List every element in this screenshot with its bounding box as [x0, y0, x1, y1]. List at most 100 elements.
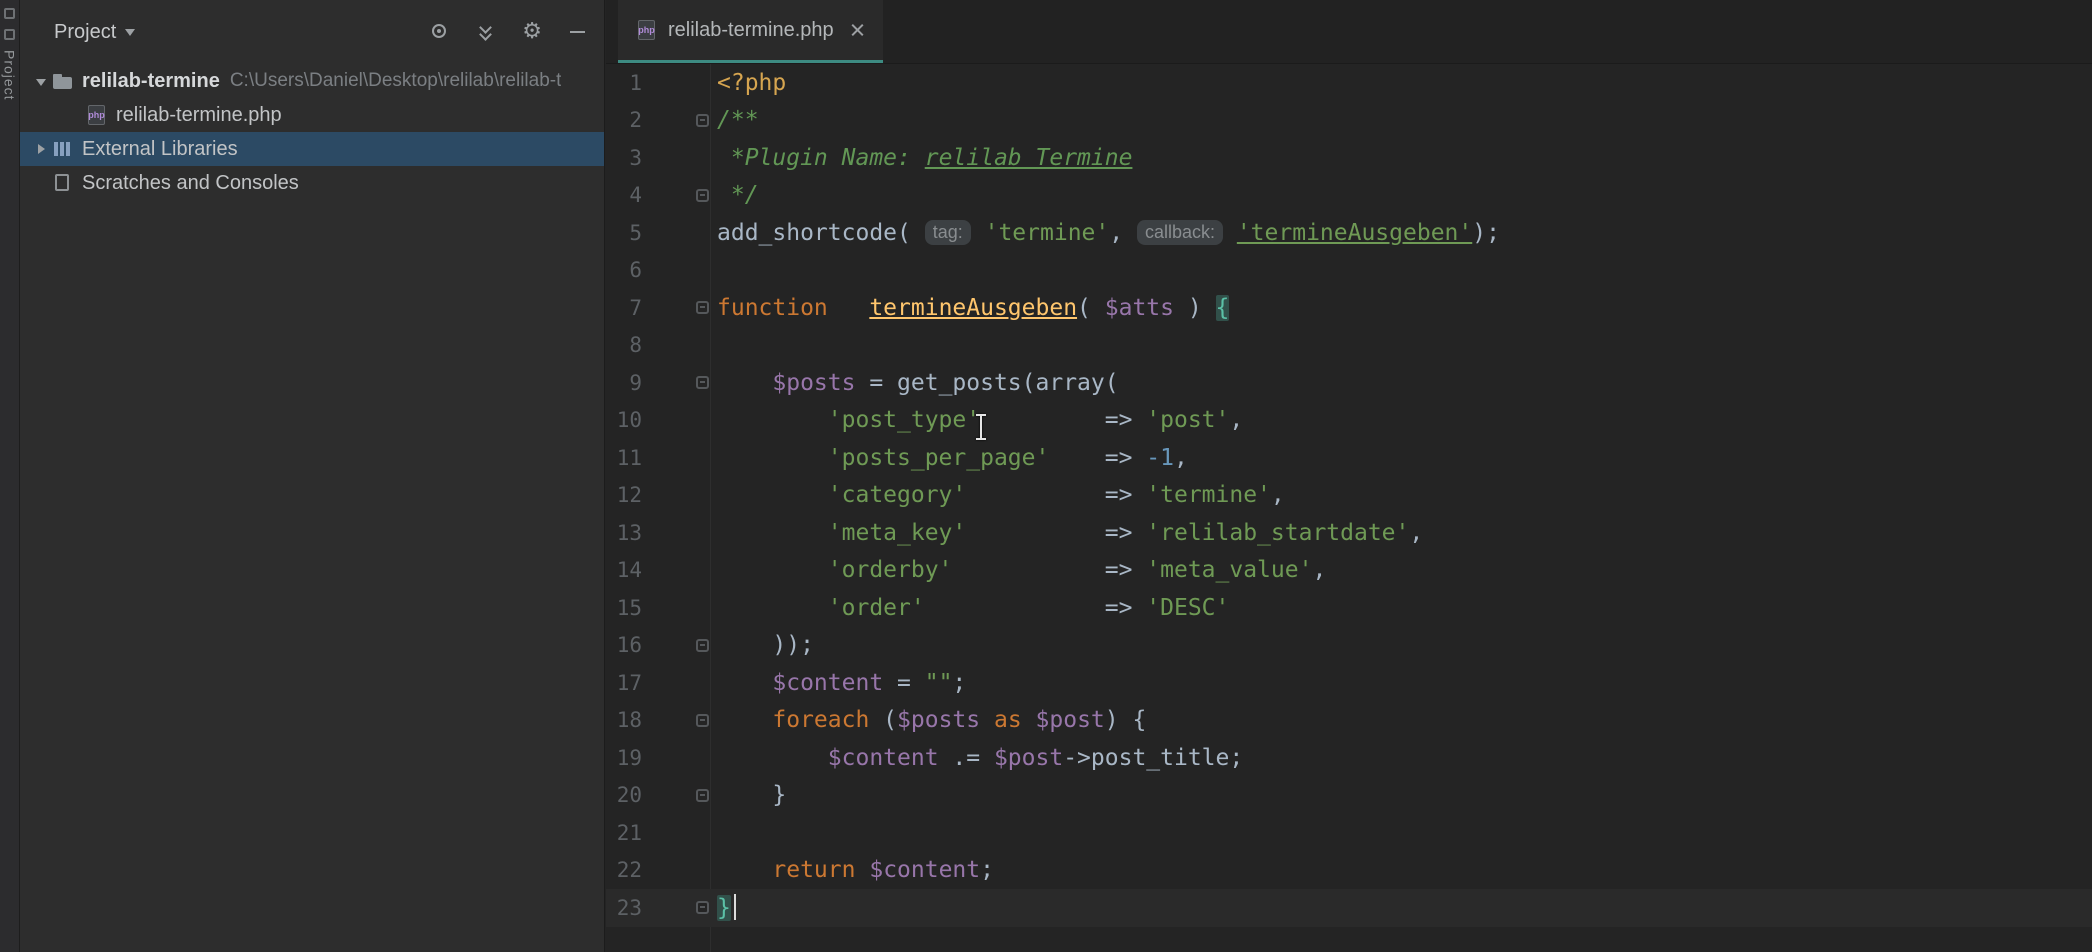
scratch-icon: [52, 172, 74, 194]
code-line-6[interactable]: 6: [606, 252, 2092, 290]
line-number[interactable]: 1: [606, 71, 650, 95]
code-token: =>: [980, 407, 1146, 433]
line-number[interactable]: 23: [606, 896, 650, 920]
code-token: [717, 595, 828, 621]
code-line-14[interactable]: 14 'orderby' => 'meta_value',: [606, 552, 2092, 590]
fold-marker-icon[interactable]: [696, 189, 709, 202]
locate-icon[interactable]: [430, 22, 450, 42]
code-line-16[interactable]: 16 ));: [606, 627, 2092, 665]
line-number[interactable]: 11: [606, 446, 650, 470]
code-line-2[interactable]: 2/**: [606, 102, 2092, 140]
code-line-20[interactable]: 20 }: [606, 777, 2092, 815]
chevron-right-icon[interactable]: [30, 144, 52, 154]
code-text: */: [713, 182, 759, 208]
code-text: }: [713, 894, 736, 921]
code-line-1[interactable]: 1<?php: [606, 64, 2092, 102]
hide-icon[interactable]: [568, 22, 588, 42]
code-token: 'termineAusgeben': [1237, 220, 1472, 246]
code-text: *Plugin Name: relilab Termine: [713, 145, 1132, 171]
fold-marker-icon[interactable]: [696, 301, 709, 314]
line-number[interactable]: 8: [606, 333, 650, 357]
code-line-15[interactable]: 15 'order' => 'DESC': [606, 589, 2092, 627]
code-line-21[interactable]: 21: [606, 814, 2092, 852]
tree-item-scratches-and-consoles[interactable]: Scratches and Consoles: [20, 166, 604, 200]
code-line-23[interactable]: 23}: [606, 889, 2092, 927]
line-number[interactable]: 10: [606, 408, 650, 432]
code-token: ,: [1271, 482, 1285, 508]
code-editor[interactable]: 1<?php2/**3 *Plugin Name: relilab Termin…: [606, 64, 2092, 952]
code-token: 'post': [1146, 407, 1229, 433]
line-number[interactable]: 4: [606, 183, 650, 207]
code-token: [717, 445, 828, 471]
ide-window: Project Project ⚙ relilab-termineC:\User…: [0, 0, 2092, 952]
code-token: );: [1472, 220, 1500, 246]
code-line-9[interactable]: 9 $posts = get_posts(array(: [606, 364, 2092, 402]
code-token: $content: [828, 745, 939, 771]
text-caret: [734, 894, 736, 920]
line-number[interactable]: 15: [606, 596, 650, 620]
fold-marker-icon[interactable]: [696, 789, 709, 802]
code-line-4[interactable]: 4 */: [606, 177, 2092, 215]
fold-marker-icon[interactable]: [696, 714, 709, 727]
line-number[interactable]: 3: [606, 146, 650, 170]
close-icon[interactable]: [850, 23, 865, 38]
line-number[interactable]: 13: [606, 521, 650, 545]
tree-item-relilab-termine[interactable]: relilab-termineC:\Users\Daniel\Desktop\r…: [20, 64, 604, 98]
line-number[interactable]: 17: [606, 671, 650, 695]
fold-marker-icon[interactable]: [696, 901, 709, 914]
code-line-13[interactable]: 13 'meta_key' => 'relilab_startdate',: [606, 514, 2092, 552]
line-number[interactable]: 16: [606, 633, 650, 657]
tree-item-label: relilab-termine.php: [116, 104, 282, 127]
code-token: 'orderby': [828, 557, 953, 583]
line-number[interactable]: 18: [606, 708, 650, 732]
code-token: [717, 745, 828, 771]
chevron-down-icon[interactable]: [30, 72, 52, 91]
code-line-10[interactable]: 10 'post_type' => 'post',: [606, 402, 2092, 440]
chevron-down-icon[interactable]: [125, 23, 135, 41]
code-line-5[interactable]: 5 add_shortcode( tag: 'termine', callback…: [606, 214, 2092, 252]
code-line-7[interactable]: 7 function termineAusgeben( $atts ) {: [606, 289, 2092, 327]
tree-item-external-libraries[interactable]: External Libraries: [20, 132, 604, 166]
code-line-19[interactable]: 19 $content .= $post->post_title;: [606, 739, 2092, 777]
project-panel-title[interactable]: Project: [54, 21, 116, 44]
tool-window-button-icon[interactable]: [4, 29, 15, 40]
line-number[interactable]: 20: [606, 783, 650, 807]
line-number[interactable]: 6: [606, 258, 650, 282]
code-line-12[interactable]: 12 'category' => 'termine',: [606, 477, 2092, 515]
editor-tab[interactable]: relilab-termine.php: [618, 0, 883, 63]
code-token: ,: [1409, 520, 1423, 546]
collapse-all-icon[interactable]: [476, 22, 496, 42]
code-line-8[interactable]: 8: [606, 327, 2092, 365]
tree-item-relilab-termine-php[interactable]: relilab-termine.php: [20, 98, 604, 132]
line-number[interactable]: 2: [606, 108, 650, 132]
line-number[interactable]: 9: [606, 371, 650, 395]
line-number[interactable]: 7: [606, 296, 650, 320]
line-number[interactable]: 19: [606, 746, 650, 770]
code-text: add_shortcode( tag: 'termine', callback:…: [713, 220, 1500, 246]
code-token: $content: [772, 670, 883, 696]
code-line-18[interactable]: 18 foreach ($posts as $post) {: [606, 702, 2092, 740]
code-token: [971, 220, 985, 246]
line-number[interactable]: 22: [606, 858, 650, 882]
stripe-project-label[interactable]: Project: [2, 50, 18, 101]
code-token: [717, 670, 772, 696]
code-token: $post: [1036, 707, 1105, 733]
line-number[interactable]: 21: [606, 821, 650, 845]
fold-marker-icon[interactable]: [696, 114, 709, 127]
gear-icon[interactable]: ⚙: [522, 22, 542, 42]
fold-marker-icon[interactable]: [696, 376, 709, 389]
code-line-3[interactable]: 3 *Plugin Name: relilab Termine: [606, 139, 2092, 177]
code-lines: 1<?php2/**3 *Plugin Name: relilab Termin…: [606, 64, 2092, 927]
line-number[interactable]: 5: [606, 221, 650, 245]
fold-marker-icon[interactable]: [696, 639, 709, 652]
code-line-22[interactable]: 22 return $content;: [606, 852, 2092, 890]
code-text: function termineAusgeben( $atts ) {: [713, 295, 1229, 321]
line-number[interactable]: 14: [606, 558, 650, 582]
code-line-17[interactable]: 17 $content = "";: [606, 664, 2092, 702]
code-line-11[interactable]: 11 'posts_per_page' => -1,: [606, 439, 2092, 477]
code-text: 'posts_per_page' => -1,: [713, 445, 1188, 471]
parameter-hint-inlay: tag:: [925, 220, 971, 245]
tool-window-button-icon[interactable]: [4, 8, 15, 19]
code-token: 'category': [828, 482, 966, 508]
line-number[interactable]: 12: [606, 483, 650, 507]
